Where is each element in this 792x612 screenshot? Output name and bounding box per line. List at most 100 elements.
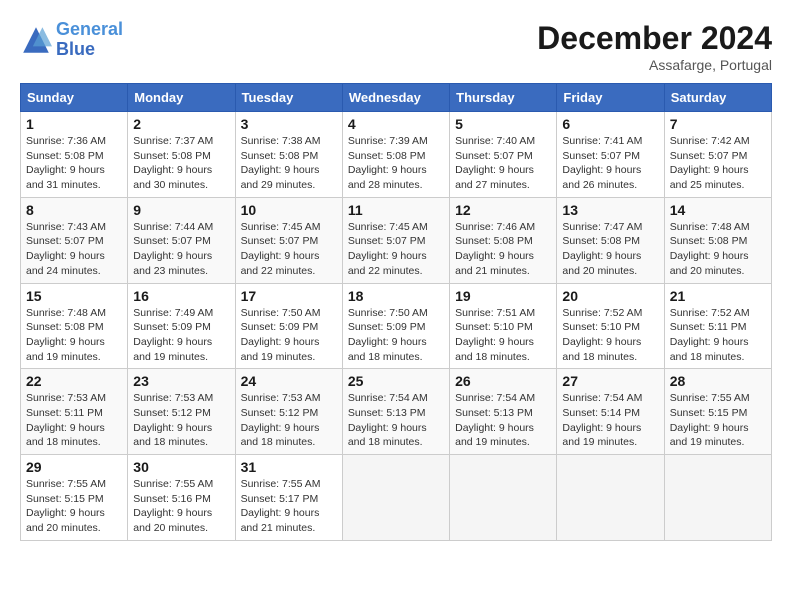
calendar-cell: 8 Sunrise: 7:43 AM Sunset: 5:07 PM Daylig…: [21, 197, 128, 283]
logo: General Blue: [20, 20, 123, 60]
calendar-cell: [664, 455, 771, 541]
weekday-header-friday: Friday: [557, 84, 664, 112]
day-info: Sunrise: 7:55 AM Sunset: 5:15 PM Dayligh…: [670, 391, 766, 450]
day-info: Sunrise: 7:45 AM Sunset: 5:07 PM Dayligh…: [241, 220, 337, 279]
day-info: Sunrise: 7:40 AM Sunset: 5:07 PM Dayligh…: [455, 134, 551, 193]
calendar-cell: 1Sunrise: 7:36 AM Sunset: 5:08 PM Daylig…: [21, 112, 128, 198]
day-number: 3: [241, 116, 337, 132]
week-row-2: 8 Sunrise: 7:43 AM Sunset: 5:07 PM Daylig…: [21, 197, 772, 283]
day-number: 8: [26, 202, 122, 218]
day-number: 20: [562, 288, 658, 304]
day-number: 23: [133, 373, 229, 389]
logo-icon: [20, 24, 52, 56]
day-info: Sunrise: 7:55 AM Sunset: 5:16 PM Dayligh…: [133, 477, 229, 536]
day-info: Sunrise: 7:50 AM Sunset: 5:09 PM Dayligh…: [348, 306, 444, 365]
calendar-cell: [557, 455, 664, 541]
month-title: December 2024: [537, 20, 772, 57]
calendar-cell: 9 Sunrise: 7:44 AM Sunset: 5:07 PM Daylig…: [128, 197, 235, 283]
day-number: 31: [241, 459, 337, 475]
day-number: 13: [562, 202, 658, 218]
day-info: Sunrise: 7:48 AM Sunset: 5:08 PM Dayligh…: [670, 220, 766, 279]
week-row-1: 1Sunrise: 7:36 AM Sunset: 5:08 PM Daylig…: [21, 112, 772, 198]
weekday-header-sunday: Sunday: [21, 84, 128, 112]
title-area: December 2024 Assafarge, Portugal: [537, 20, 772, 73]
day-info: Sunrise: 7:53 AM Sunset: 5:12 PM Dayligh…: [241, 391, 337, 450]
day-number: 17: [241, 288, 337, 304]
calendar-cell: 27 Sunrise: 7:54 AM Sunset: 5:14 PM Dayli…: [557, 369, 664, 455]
calendar-cell: 28 Sunrise: 7:55 AM Sunset: 5:15 PM Dayli…: [664, 369, 771, 455]
day-number: 19: [455, 288, 551, 304]
logo-text: General Blue: [56, 20, 123, 60]
day-number: 28: [670, 373, 766, 389]
calendar-cell: [342, 455, 449, 541]
day-info: Sunrise: 7:54 AM Sunset: 5:14 PM Dayligh…: [562, 391, 658, 450]
day-number: 22: [26, 373, 122, 389]
calendar-cell: 29Sunrise: 7:55 AM Sunset: 5:15 PM Dayli…: [21, 455, 128, 541]
calendar-cell: 26Sunrise: 7:54 AM Sunset: 5:13 PM Dayli…: [450, 369, 557, 455]
day-number: 14: [670, 202, 766, 218]
calendar-cell: 18 Sunrise: 7:50 AM Sunset: 5:09 PM Dayli…: [342, 283, 449, 369]
day-number: 7: [670, 116, 766, 132]
day-number: 9: [133, 202, 229, 218]
day-info: Sunrise: 7:41 AM Sunset: 5:07 PM Dayligh…: [562, 134, 658, 193]
day-number: 16: [133, 288, 229, 304]
day-number: 27: [562, 373, 658, 389]
calendar-cell: 5 Sunrise: 7:40 AM Sunset: 5:07 PM Daylig…: [450, 112, 557, 198]
calendar-cell: 15Sunrise: 7:48 AM Sunset: 5:08 PM Dayli…: [21, 283, 128, 369]
location: Assafarge, Portugal: [537, 57, 772, 73]
day-info: Sunrise: 7:52 AM Sunset: 5:10 PM Dayligh…: [562, 306, 658, 365]
calendar-cell: 23 Sunrise: 7:53 AM Sunset: 5:12 PM Dayli…: [128, 369, 235, 455]
day-info: Sunrise: 7:44 AM Sunset: 5:07 PM Dayligh…: [133, 220, 229, 279]
weekday-header-tuesday: Tuesday: [235, 84, 342, 112]
calendar-cell: 30Sunrise: 7:55 AM Sunset: 5:16 PM Dayli…: [128, 455, 235, 541]
day-number: 24: [241, 373, 337, 389]
header: General Blue December 2024 Assafarge, Po…: [20, 20, 772, 73]
weekday-header-thursday: Thursday: [450, 84, 557, 112]
calendar-cell: 21 Sunrise: 7:52 AM Sunset: 5:11 PM Dayli…: [664, 283, 771, 369]
week-row-5: 29Sunrise: 7:55 AM Sunset: 5:15 PM Dayli…: [21, 455, 772, 541]
calendar-cell: 14 Sunrise: 7:48 AM Sunset: 5:08 PM Dayli…: [664, 197, 771, 283]
weekday-header-monday: Monday: [128, 84, 235, 112]
weekday-header-row: SundayMondayTuesdayWednesdayThursdayFrid…: [21, 84, 772, 112]
day-number: 2: [133, 116, 229, 132]
day-number: 18: [348, 288, 444, 304]
calendar-cell: 19 Sunrise: 7:51 AM Sunset: 5:10 PM Dayli…: [450, 283, 557, 369]
weekday-header-wednesday: Wednesday: [342, 84, 449, 112]
day-number: 15: [26, 288, 122, 304]
day-info: Sunrise: 7:49 AM Sunset: 5:09 PM Dayligh…: [133, 306, 229, 365]
day-number: 5: [455, 116, 551, 132]
day-info: Sunrise: 7:50 AM Sunset: 5:09 PM Dayligh…: [241, 306, 337, 365]
calendar-cell: 3 Sunrise: 7:38 AM Sunset: 5:08 PM Daylig…: [235, 112, 342, 198]
day-info: Sunrise: 7:45 AM Sunset: 5:07 PM Dayligh…: [348, 220, 444, 279]
calendar-cell: 10 Sunrise: 7:45 AM Sunset: 5:07 PM Dayli…: [235, 197, 342, 283]
day-number: 12: [455, 202, 551, 218]
logo-line1: General: [56, 19, 123, 39]
calendar-cell: 17 Sunrise: 7:50 AM Sunset: 5:09 PM Dayli…: [235, 283, 342, 369]
day-number: 25: [348, 373, 444, 389]
day-info: Sunrise: 7:52 AM Sunset: 5:11 PM Dayligh…: [670, 306, 766, 365]
day-info: Sunrise: 7:46 AM Sunset: 5:08 PM Dayligh…: [455, 220, 551, 279]
calendar-cell: [450, 455, 557, 541]
day-info: Sunrise: 7:51 AM Sunset: 5:10 PM Dayligh…: [455, 306, 551, 365]
day-info: Sunrise: 7:38 AM Sunset: 5:08 PM Dayligh…: [241, 134, 337, 193]
day-info: Sunrise: 7:47 AM Sunset: 5:08 PM Dayligh…: [562, 220, 658, 279]
day-number: 21: [670, 288, 766, 304]
week-row-3: 15Sunrise: 7:48 AM Sunset: 5:08 PM Dayli…: [21, 283, 772, 369]
calendar-cell: 22Sunrise: 7:53 AM Sunset: 5:11 PM Dayli…: [21, 369, 128, 455]
day-info: Sunrise: 7:55 AM Sunset: 5:15 PM Dayligh…: [26, 477, 122, 536]
calendar-cell: 12 Sunrise: 7:46 AM Sunset: 5:08 PM Dayli…: [450, 197, 557, 283]
calendar-cell: 16 Sunrise: 7:49 AM Sunset: 5:09 PM Dayli…: [128, 283, 235, 369]
calendar-cell: 11Sunrise: 7:45 AM Sunset: 5:07 PM Dayli…: [342, 197, 449, 283]
weekday-header-saturday: Saturday: [664, 84, 771, 112]
calendar-table: SundayMondayTuesdayWednesdayThursdayFrid…: [20, 83, 772, 541]
day-info: Sunrise: 7:39 AM Sunset: 5:08 PM Dayligh…: [348, 134, 444, 193]
day-info: Sunrise: 7:53 AM Sunset: 5:12 PM Dayligh…: [133, 391, 229, 450]
day-number: 4: [348, 116, 444, 132]
day-info: Sunrise: 7:54 AM Sunset: 5:13 PM Dayligh…: [455, 391, 551, 450]
logo-line2: Blue: [56, 39, 95, 59]
day-info: Sunrise: 7:42 AM Sunset: 5:07 PM Dayligh…: [670, 134, 766, 193]
day-number: 10: [241, 202, 337, 218]
day-info: Sunrise: 7:43 AM Sunset: 5:07 PM Dayligh…: [26, 220, 122, 279]
day-info: Sunrise: 7:54 AM Sunset: 5:13 PM Dayligh…: [348, 391, 444, 450]
calendar-cell: 7 Sunrise: 7:42 AM Sunset: 5:07 PM Daylig…: [664, 112, 771, 198]
